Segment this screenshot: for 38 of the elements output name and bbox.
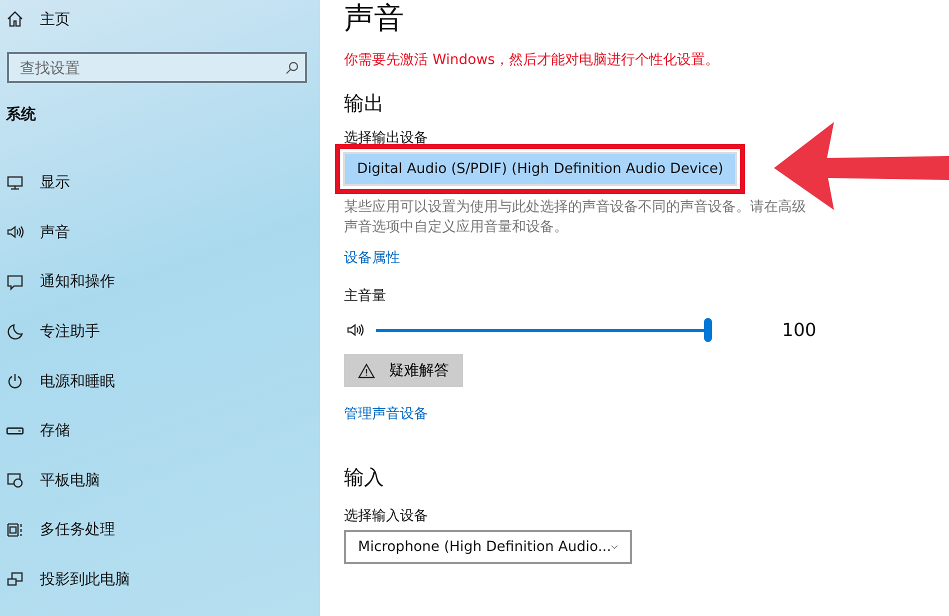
warning-icon: [358, 362, 375, 378]
sidebar-item[interactable]: 专注助手: [0, 306, 320, 356]
sidebar-item[interactable]: 显示: [0, 158, 320, 208]
moon-icon: [6, 322, 24, 341]
field-label: 主音量: [344, 287, 387, 305]
device-properties-link[interactable]: 设备属性: [344, 249, 400, 267]
home-icon: [6, 10, 24, 28]
slider-thumb[interactable]: [704, 318, 712, 342]
field-label: 选择输入设备: [344, 507, 429, 525]
section-title: 系统: [5, 105, 37, 124]
sidebar-item[interactable]: 电源和睡眠: [0, 356, 320, 406]
volume-value: 100: [782, 320, 816, 340]
field-label: 选择输出设备: [344, 129, 429, 147]
output-device-dropdown[interactable]: Digital Audio (S/PDIF) (High Definition Audio Device): [343, 152, 738, 186]
section-heading: 输出: [344, 90, 385, 117]
search-field[interactable]: 查找设置: [7, 52, 307, 83]
troubleshoot-button[interactable]: 疑难解答: [344, 354, 463, 387]
manage-devices-link[interactable]: 管理声音设备: [344, 405, 428, 423]
search-icon: [285, 61, 299, 75]
help-text: 某些应用可以设置为使用与此处选择的声音设备不同的声音设备。请在高级声音选项中自定义应用音量和设备。: [344, 198, 806, 237]
input-device-dropdown[interactable]: Microphone (High Definition Audio...: [344, 530, 632, 564]
sidebar-item[interactable]: 存储: [0, 406, 320, 456]
sidebar-item[interactable]: 通知和操作: [0, 257, 320, 307]
sidebar-item[interactable]: 平板电脑: [0, 456, 320, 506]
sidebar-item[interactable]: 投影到此电脑: [0, 554, 320, 604]
sidebar-item[interactable]: 多任务处理: [0, 505, 320, 555]
sidebar-item[interactable]: 声音: [0, 208, 320, 258]
storage-icon: [6, 426, 24, 435]
home-link[interactable]: 主页: [0, 4, 320, 34]
activation-warning: 你需要先激活 Windows，然后才能对电脑进行个性化设置。: [344, 51, 720, 69]
tablet-icon: [6, 471, 24, 490]
page-title: 声音: [344, 0, 405, 38]
display-icon: [6, 174, 24, 192]
multitask-icon: [6, 520, 24, 539]
power-icon: [6, 372, 24, 390]
section-heading: 输入: [344, 464, 385, 491]
notify-icon: [6, 272, 24, 291]
chevron-down-icon: [611, 543, 618, 551]
